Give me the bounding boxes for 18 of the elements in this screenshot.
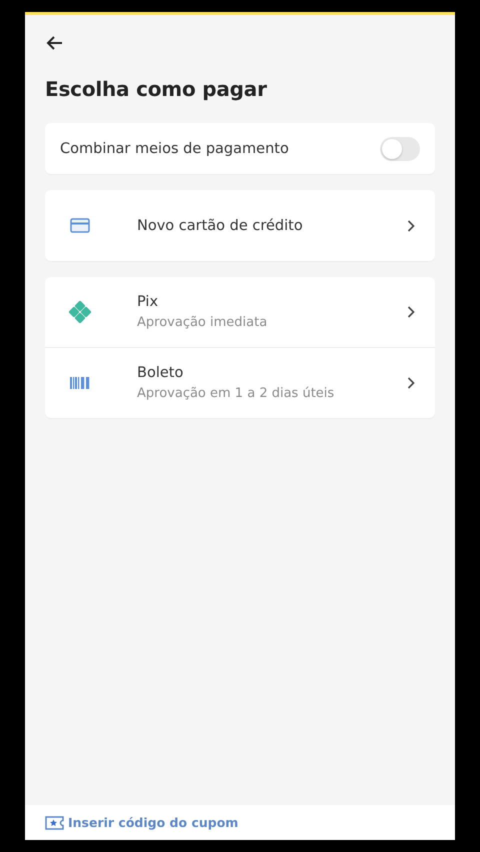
method-name: Novo cartão de crédito (137, 218, 304, 234)
payment-method-row[interactable]: Pix Aprovação imediata (45, 277, 435, 347)
chevron-right-icon (407, 220, 415, 232)
ticket-icon (45, 814, 65, 830)
method-name: Pix (137, 294, 160, 310)
method-name: Boleto (137, 365, 184, 381)
combine-label: Combinar meios de pagamento (60, 140, 289, 156)
method-subtitle: Aprovação em 1 a 2 dias úteis (137, 386, 336, 401)
chevron-right-icon (407, 306, 415, 318)
page-title: Escolha como pagar (45, 77, 268, 101)
diamond-icon (69, 301, 91, 323)
chevron-right-icon (407, 377, 415, 389)
method-subtitle: Aprovação imediata (137, 315, 268, 330)
toggle-switch[interactable] (380, 136, 420, 160)
credit-card-icon (70, 218, 90, 233)
barcode-icon (70, 377, 90, 389)
payment-method-row[interactable]: Boleto Aprovação em 1 a 2 dias úteis (45, 347, 435, 418)
payment-method-row[interactable]: Novo cartão de crédito (45, 190, 435, 261)
